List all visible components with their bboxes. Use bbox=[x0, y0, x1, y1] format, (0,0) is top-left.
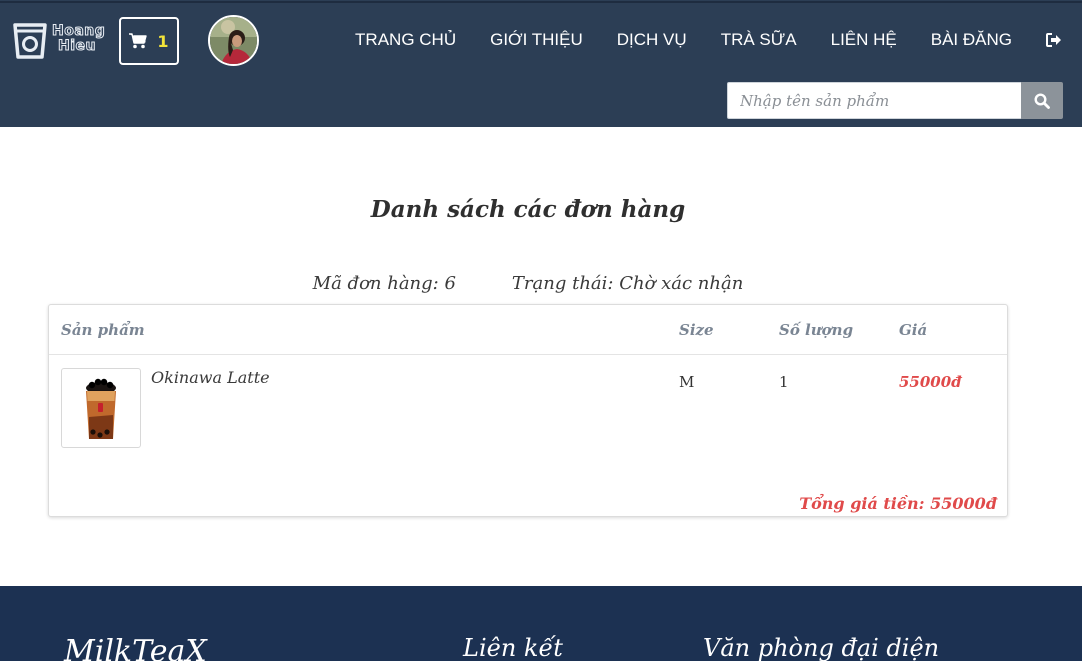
nav-posts[interactable]: BÀI ĐĂNG bbox=[931, 30, 1012, 50]
column-header-size: Size bbox=[679, 321, 714, 339]
page-title: Danh sách các đơn hàng bbox=[370, 196, 686, 223]
logo-text-line2: Hieu bbox=[57, 38, 96, 54]
search-icon bbox=[1034, 92, 1050, 109]
logout-button[interactable] bbox=[1046, 33, 1062, 47]
product-size: M bbox=[679, 373, 695, 391]
nav-contact[interactable]: LIÊN HỆ bbox=[831, 30, 897, 50]
site-header: Hoang Hieu 1 TRANG CHỦ GIỚI THIỆU DỊCH V… bbox=[0, 0, 1082, 127]
shopping-cart-icon bbox=[129, 33, 148, 49]
order-id: Mã đơn hàng: 6 bbox=[312, 273, 456, 294]
header-top-border bbox=[0, 1, 1082, 3]
nav-about[interactable]: GIỚI THIỆU bbox=[490, 30, 583, 50]
column-header-price: Giá bbox=[899, 321, 928, 339]
order-meta: Mã đơn hàng: 6 Trạng thái: Chờ xác nhận bbox=[0, 273, 1056, 294]
product-thumbnail[interactable] bbox=[61, 368, 141, 448]
nav-home[interactable]: TRANG CHỦ bbox=[355, 30, 456, 50]
column-header-product: Sản phẩm bbox=[61, 321, 145, 339]
logo-text: Hoang Hieu bbox=[51, 23, 106, 54]
logo-text-line1: Hoang bbox=[51, 23, 106, 39]
column-header-quantity: Số lượng bbox=[779, 321, 854, 339]
site-logo[interactable]: Hoang Hieu bbox=[12, 20, 108, 62]
order-status: Trạng thái: Chờ xác nhận bbox=[511, 273, 744, 294]
product-price: 55000đ bbox=[899, 373, 962, 391]
user-avatar[interactable] bbox=[208, 15, 259, 66]
product-name[interactable]: Okinawa Latte bbox=[151, 368, 270, 387]
footer-brand: MilkTeaX bbox=[64, 634, 207, 661]
sign-out-icon bbox=[1046, 33, 1061, 47]
order-card: Sản phẩm Size Số lượng Giá Okinawa Latte bbox=[48, 304, 1008, 517]
main-nav: TRANG CHỦ GIỚI THIỆU DỊCH VỤ TRÀ SỮA LIÊ… bbox=[321, 30, 1062, 50]
footer-links-heading: Liên kết bbox=[463, 634, 563, 661]
site-footer: MilkTeaX Liên kết Văn phòng đại diện bbox=[0, 586, 1082, 661]
nav-services[interactable]: DỊCH VỤ bbox=[617, 30, 687, 50]
search-input[interactable] bbox=[727, 82, 1021, 119]
table-row: Okinawa Latte M 1 55000đ bbox=[49, 356, 1007, 456]
search-button[interactable] bbox=[1021, 82, 1063, 119]
milk-tea-cup-icon bbox=[13, 23, 47, 59]
product-quantity: 1 bbox=[779, 373, 789, 391]
product-search bbox=[727, 82, 1063, 119]
avatar-image bbox=[210, 17, 257, 64]
nav-milk-tea[interactable]: TRÀ SỮA bbox=[721, 30, 797, 50]
table-header: Sản phẩm Size Số lượng Giá bbox=[49, 305, 1007, 355]
footer-office-heading: Văn phòng đại diện bbox=[703, 634, 940, 661]
order-total: Tổng giá tiền: 55000đ bbox=[799, 494, 997, 513]
cart-button[interactable]: 1 bbox=[119, 17, 179, 65]
milk-tea-product-image bbox=[86, 378, 116, 439]
cart-count: 1 bbox=[157, 31, 169, 51]
